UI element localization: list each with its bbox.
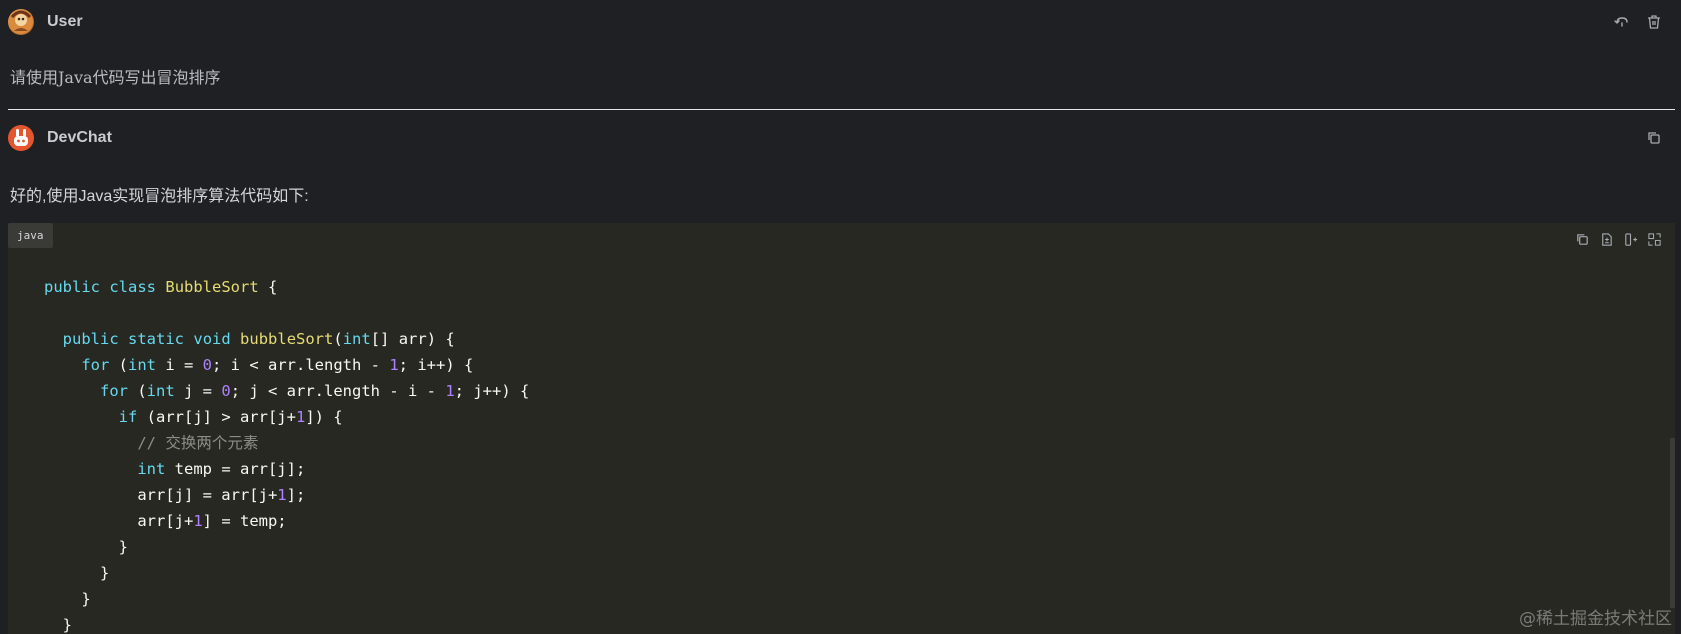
code-text: arr[j] = arr[j+ (44, 486, 278, 504)
code-text: ; i < arr.length - (212, 356, 390, 374)
code-keyword: public (62, 330, 119, 348)
user-avatar (8, 9, 34, 35)
code-text: ; i++) { (398, 356, 474, 374)
code-text: ( (128, 382, 147, 400)
code-text: ]; (286, 486, 306, 504)
code-keyword: int (137, 460, 166, 478)
code-keyword: class (109, 278, 157, 296)
message-divider (8, 109, 1675, 110)
code-number: 1 (445, 382, 455, 400)
code-text: [] arr) { (370, 330, 455, 348)
code-text: ( (333, 330, 343, 348)
code-text: } (44, 590, 91, 608)
code-toolbar (1573, 230, 1663, 248)
code-keyword: int (146, 382, 175, 400)
chat-panel: User 请使用Java代码写出冒泡排序 DevChat 好的,使用Java实现… (0, 0, 1681, 634)
code-text: } (44, 564, 110, 582)
code-text: j = (174, 382, 222, 400)
diff-file-icon[interactable] (1597, 230, 1615, 248)
watermark: @稀土掘金技术社区 (1519, 609, 1672, 629)
code-number: 1 (193, 512, 203, 530)
code-text: { (258, 278, 278, 296)
code-keyword: if (118, 408, 138, 426)
code-keyword: int (342, 330, 371, 348)
replace-code-icon[interactable] (1645, 230, 1663, 248)
code-block: java public class BubbleSort {public st… (8, 223, 1675, 634)
bot-intro-text: 好的,使用Java实现冒泡排序算法代码如下: (10, 188, 309, 205)
code-line: } (44, 612, 529, 634)
code-line: // 交换两个元素 (44, 430, 529, 456)
bot-message-header: DevChat (8, 123, 1681, 153)
code-line: if (arr[j] > arr[j+1]) { (44, 404, 529, 430)
code-number: 1 (295, 408, 306, 426)
code-number: 0 (221, 382, 231, 400)
user-author-name: User (47, 13, 83, 30)
code-comment: // 交换两个元素 (137, 434, 259, 452)
code-line: for (int j = 0; j < arr.length - i - 1; … (44, 378, 529, 404)
bot-author-name: DevChat (47, 129, 112, 146)
code-number: 1 (277, 486, 287, 504)
code-line: } (44, 560, 529, 586)
code-text: arr[j+ (44, 512, 194, 530)
code-line: for (int i = 0; i < arr.length - 1; i++)… (44, 352, 529, 378)
code-keyword: for (81, 356, 110, 374)
code-text: ( (109, 356, 128, 374)
code-function-name: BubbleSort (165, 278, 259, 296)
code-content[interactable]: public class BubbleSort { public static … (44, 274, 529, 634)
copy-icon[interactable] (1645, 129, 1663, 147)
bot-message-actions (1645, 123, 1663, 153)
code-text: i = (156, 356, 203, 374)
code-line: public static void bubbleSort(int[] arr)… (44, 326, 529, 352)
code-number: 1 (389, 356, 399, 374)
code-line: public class BubbleSort { (44, 274, 529, 300)
code-function-name: bubbleSort (240, 330, 334, 348)
bot-avatar (8, 125, 34, 151)
code-text: ; j++) { (454, 382, 530, 400)
user-message-header: User (8, 7, 1681, 37)
code-keyword: static (128, 330, 185, 348)
code-keyword: int (128, 356, 156, 374)
code-text: } (44, 616, 72, 634)
code-text: ] = temp; (202, 512, 287, 530)
code-keyword: public (44, 278, 100, 296)
code-line: arr[j+1] = temp; (44, 508, 529, 534)
user-message-text: 请使用Java代码写出冒泡排序 (10, 68, 221, 87)
code-text: ; j < arr.length - i - (230, 382, 446, 400)
user-message-actions (1613, 7, 1663, 37)
code-keyword: void (193, 330, 231, 348)
devchat-logo-icon (8, 125, 34, 151)
copy-code-icon[interactable] (1573, 230, 1591, 248)
code-line: arr[j] = arr[j+1]; (44, 482, 529, 508)
code-line: int temp = arr[j]; (44, 456, 529, 482)
code-text: (arr[j] > arr[j+ (137, 408, 296, 426)
insert-code-icon[interactable] (1621, 230, 1639, 248)
code-text: temp = arr[j]; (165, 460, 306, 478)
code-number: 0 (202, 356, 213, 374)
reply-icon[interactable] (1613, 13, 1631, 31)
code-text: } (44, 538, 128, 556)
code-line: } (44, 534, 529, 560)
code-line: } (44, 586, 529, 612)
code-language-tag: java (8, 223, 53, 248)
code-scrollbar[interactable] (1670, 438, 1675, 608)
code-text: ]) { (305, 408, 343, 426)
trash-icon[interactable] (1645, 13, 1663, 31)
code-keyword: for (100, 382, 128, 400)
user-avatar-image (9, 10, 33, 34)
